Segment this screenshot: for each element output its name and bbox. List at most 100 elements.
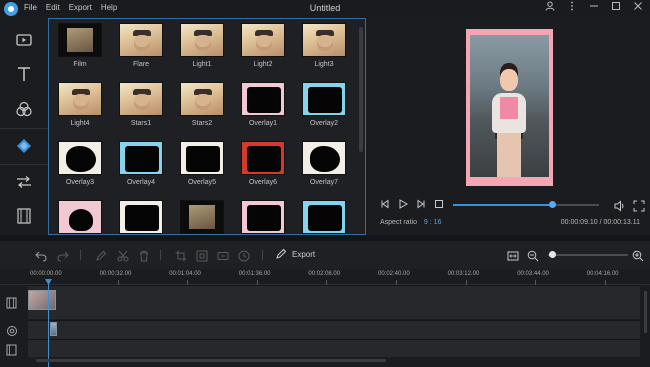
effect-item[interactable]: Film — [55, 23, 105, 68]
effect-item[interactable]: Flare — [116, 23, 166, 68]
menu-help[interactable]: Help — [101, 3, 117, 12]
playhead[interactable] — [48, 279, 49, 367]
fit-timeline-icon[interactable] — [507, 249, 519, 261]
zoom-out-icon[interactable] — [527, 249, 539, 262]
close-icon[interactable] — [632, 1, 644, 14]
effect-thumbnail — [58, 200, 102, 234]
aspect-ratio-label: Aspect ratio — [380, 219, 417, 226]
video-track[interactable] — [28, 285, 640, 319]
effect-item[interactable] — [55, 200, 105, 234]
effect-thumbnail — [241, 200, 285, 234]
overlay-track-icon[interactable] — [6, 324, 20, 336]
volume-icon[interactable] — [614, 199, 626, 212]
cut-icon[interactable] — [117, 249, 129, 262]
sidebar-item-transitions[interactable] — [0, 166, 47, 198]
thumb-detail — [186, 146, 220, 172]
sidebar-item-media[interactable] — [0, 24, 47, 56]
timeline-ruler[interactable]: 00:00:00.00 00:00:32.00 00:01:04.00 00:01:3… — [0, 269, 650, 285]
menu-export[interactable]: Export — [69, 3, 92, 12]
effect-thumbnail — [180, 23, 224, 57]
menu-edit[interactable]: Edit — [46, 3, 60, 12]
aspect-ratio-value[interactable]: 9 : 16 — [424, 219, 442, 226]
previous-frame-icon[interactable] — [380, 199, 390, 209]
effect-item[interactable] — [238, 200, 288, 234]
timeline-vertical-scrollbar[interactable] — [644, 291, 647, 333]
overlay-track[interactable] — [28, 320, 640, 339]
stop-icon[interactable] — [434, 199, 444, 209]
transition-icon — [16, 176, 31, 188]
redo-icon[interactable] — [57, 249, 69, 262]
sidebar-item-filters[interactable] — [0, 93, 47, 125]
user-icon[interactable] — [544, 1, 556, 14]
effect-thumbnail — [302, 82, 346, 116]
edit-toolbar: Export — [0, 241, 650, 269]
video-track-header — [0, 291, 28, 313]
effect-item[interactable]: Overlay5 — [177, 141, 227, 186]
export-label: Export — [292, 249, 316, 259]
minimize-icon[interactable] — [588, 1, 600, 14]
effect-item[interactable]: Overlay3 — [55, 141, 105, 186]
sidebar-item-film[interactable] — [0, 200, 47, 232]
timeline-tick-label: 00:01:04.00 — [169, 271, 201, 277]
video-track-icon[interactable] — [6, 296, 20, 309]
export-button[interactable]: Export — [275, 248, 315, 260]
effect-item[interactable]: Stars2 — [177, 82, 227, 127]
progress-handle[interactable] — [549, 201, 557, 208]
effect-item[interactable]: Light2 — [238, 23, 288, 68]
audio-track-icon[interactable] — [6, 343, 20, 356]
playback-progress-bar[interactable] — [453, 201, 599, 208]
effect-item[interactable]: Overlay2 — [299, 82, 349, 127]
video-clip[interactable] — [28, 290, 56, 310]
mosaic-icon[interactable] — [196, 249, 208, 262]
frame-detail — [500, 69, 518, 91]
timeline-horizontal-scrollbar[interactable] — [36, 359, 386, 362]
effect-thumbnail — [119, 23, 163, 57]
edit-icon[interactable] — [95, 249, 107, 261]
freeze-frame-icon[interactable] — [217, 249, 229, 261]
effect-thumbnail — [241, 23, 285, 57]
effect-item[interactable] — [299, 200, 349, 234]
filters-icon — [15, 101, 32, 117]
effect-label: Film — [73, 61, 87, 68]
video-frame — [470, 35, 549, 177]
time-display: 00:00:09.10 / 00:00:13.11 — [560, 219, 640, 226]
video-preview — [466, 29, 553, 186]
sidebar-item-text[interactable] — [0, 58, 47, 90]
effect-item[interactable]: Stars1 — [116, 82, 166, 127]
menu-file[interactable]: File — [24, 3, 37, 12]
crop-icon[interactable] — [175, 249, 187, 262]
play-icon[interactable] — [398, 199, 408, 209]
effect-item[interactable]: Overlay6 — [238, 141, 288, 186]
effect-thumbnail — [58, 141, 102, 175]
duration-icon[interactable] — [238, 249, 250, 262]
undo-icon[interactable] — [35, 249, 47, 262]
effects-panel: Film Flare Light1 Light2 Light3 Light4 Stars1 S… — [48, 18, 366, 235]
audio-track[interactable] — [28, 339, 640, 357]
effect-label: Overlay5 — [187, 179, 216, 186]
zoom-slider-handle[interactable] — [549, 251, 556, 258]
video-icon — [15, 34, 32, 46]
delete-icon[interactable] — [138, 249, 150, 262]
effect-item[interactable]: Light1 — [177, 23, 227, 68]
maximize-icon[interactable] — [610, 1, 622, 14]
effect-item[interactable]: Light3 — [299, 23, 349, 68]
overlay-clip[interactable] — [50, 322, 57, 336]
timeline-tick-label: 00:03:44.00 — [517, 271, 549, 277]
effect-item[interactable] — [116, 200, 166, 234]
thumb-detail — [125, 146, 159, 172]
timeline-tick-label: 00:03:12.00 — [447, 271, 480, 277]
effect-item[interactable]: Overlay1 — [238, 82, 288, 127]
next-frame-icon[interactable] — [416, 199, 426, 209]
fullscreen-icon[interactable] — [633, 199, 645, 212]
effects-scrollbar[interactable] — [359, 27, 363, 152]
zoom-in-icon[interactable] — [632, 249, 644, 262]
effect-item[interactable] — [177, 200, 227, 234]
aspect-ratio-display: Aspect ratio 9 : 16 — [380, 219, 441, 226]
effect-item[interactable]: Overlay4 — [116, 141, 166, 186]
more-icon[interactable] — [566, 1, 578, 14]
effect-item[interactable]: Light4 — [55, 82, 105, 127]
zoom-slider[interactable] — [548, 254, 628, 256]
sidebar-item-overlays[interactable] — [0, 130, 47, 162]
timeline: 00:00:00.00 00:00:32.00 00:01:04.00 00:01:3… — [0, 269, 650, 367]
effect-item[interactable]: Overlay7 — [299, 141, 349, 186]
